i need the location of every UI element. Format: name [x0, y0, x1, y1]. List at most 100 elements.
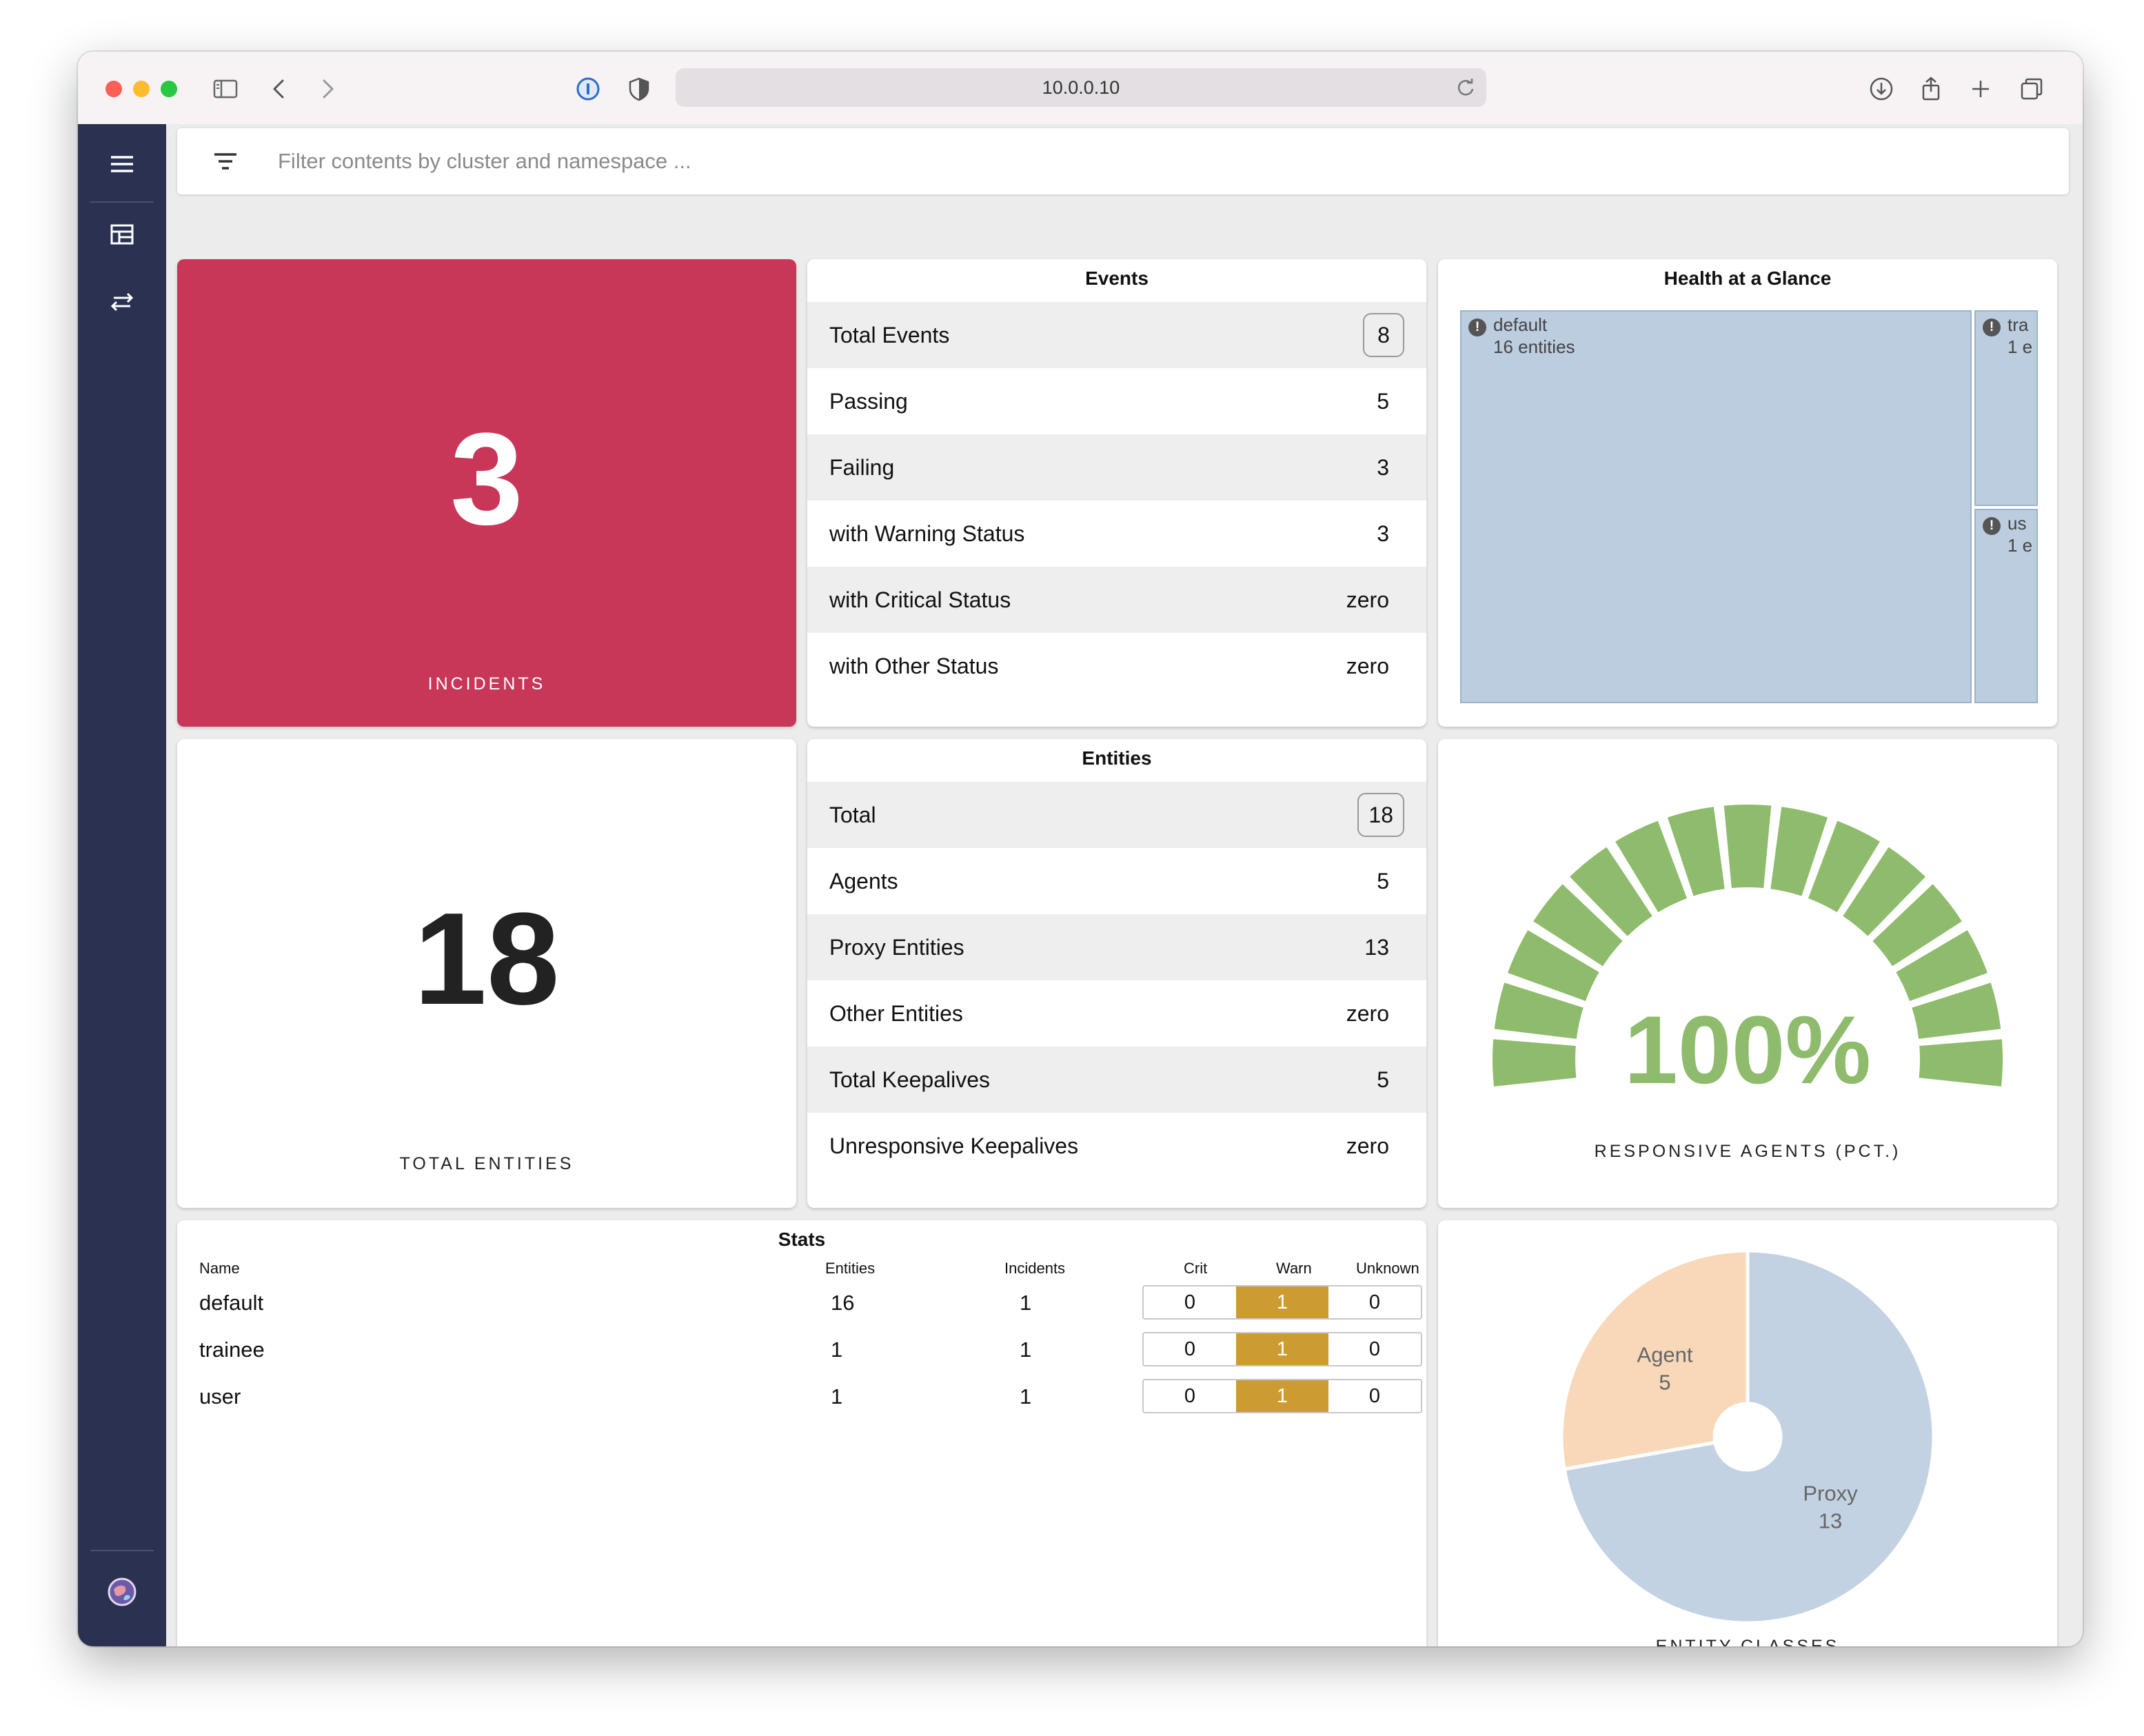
stats-row-name: trainee	[199, 1338, 265, 1362]
pie-value-proxy: 13	[1819, 1509, 1842, 1533]
url-text: 10.0.0.10	[1042, 77, 1120, 98]
events-row: with Critical Status zero	[807, 567, 1426, 633]
gauge-segment	[1723, 805, 1772, 889]
severity-crit-count: 0	[1184, 1384, 1196, 1407]
severity-warn-count: 1	[1236, 1380, 1328, 1412]
downloads-icon[interactable]	[1865, 72, 1898, 105]
severity-warn-count: 1	[1236, 1286, 1328, 1318]
entities-row-value: 5	[1377, 868, 1389, 894]
entities-row-label: Total Keepalives	[829, 1067, 991, 1092]
menu-icon[interactable]	[103, 145, 141, 183]
treemap-cell-name: tra	[2008, 314, 2029, 335]
entities-row-label: Unresponsive Keepalives	[829, 1133, 1079, 1158]
events-card: Events Total Events 8 Passing 5 Failing 3 with…	[807, 259, 1426, 727]
pie-label-proxy: Proxy	[1803, 1482, 1858, 1506]
back-icon[interactable]	[263, 72, 296, 105]
sidebar-divider-bottom	[90, 1550, 154, 1551]
filter-icon[interactable]	[210, 146, 241, 176]
password-manager-icon[interactable]	[572, 72, 605, 105]
severity-counts[interactable]: 0 1 0	[1142, 1285, 1422, 1320]
total-entities-caption: TOTAL ENTITIES	[399, 1154, 574, 1173]
events-row-label: with Warning Status	[829, 521, 1025, 546]
incidents-caption: INCIDENTS	[427, 674, 546, 694]
alert-icon: !	[1983, 319, 2001, 336]
entities-row: Unresponsive Keepalives zero	[807, 1113, 1426, 1179]
zoom-window-button[interactable]	[161, 81, 177, 97]
responsive-agents-value: 100%	[1624, 996, 1872, 1104]
share-icon[interactable]	[1914, 72, 1948, 105]
address-bar[interactable]: 10.0.0.10	[676, 68, 1486, 107]
filter-bar[interactable]: Filter contents by cluster and namespace…	[177, 128, 2069, 194]
stats-row-name: user	[199, 1384, 241, 1409]
incidents-count: 3	[450, 406, 523, 552]
swap-icon[interactable]	[103, 283, 141, 321]
forward-icon[interactable]	[311, 72, 344, 105]
responsive-agents-card[interactable]: 100% RESPONSIVE AGENTS (PCT.)	[1438, 739, 2057, 1208]
close-window-button[interactable]	[105, 81, 122, 97]
treemap-cell-count: 1 e	[2008, 535, 2033, 556]
severity-counts[interactable]: 0 1 0	[1142, 1332, 1422, 1366]
entity-classes-pie: Proxy 13 Agent 5	[1559, 1249, 1936, 1625]
stats-row-name: default	[199, 1291, 264, 1315]
stats-header-name: Name	[199, 1260, 240, 1277]
entities-card: Entities Total 18 Agents 5 Proxy Entities 13 O…	[807, 739, 1426, 1208]
stats-header-warn: Warn	[1276, 1260, 1312, 1277]
stats-row-entities: 1	[831, 1384, 843, 1409]
browser-toolbar: 10.0.0.10	[78, 52, 2083, 125]
minimize-window-button[interactable]	[133, 81, 150, 97]
treemap-cell-default[interactable]: ! default 16 entities	[1460, 310, 1972, 703]
events-row-label: with Other Status	[829, 653, 999, 678]
entities-row-value: zero	[1346, 1133, 1389, 1158]
treemap-cell-user[interactable]: ! us 1 e	[1974, 509, 2038, 703]
events-row: Failing 3	[807, 434, 1426, 501]
severity-unknown-count: 0	[1368, 1338, 1381, 1360]
responsive-agents-caption: RESPONSIVE AGENTS (PCT.)	[1594, 1142, 1901, 1161]
entity-classes-caption: ENTITY CLASSES	[1655, 1637, 1840, 1646]
stats-header-incidents: Incidents	[1004, 1260, 1066, 1277]
events-row-value: 8	[1363, 313, 1404, 357]
entities-row-value: 13	[1364, 934, 1389, 960]
events-title: Events	[1085, 268, 1149, 289]
events-row-value: zero	[1346, 653, 1389, 678]
incidents-card[interactable]: 3 INCIDENTS	[177, 259, 796, 727]
app-sidebar	[78, 124, 166, 1646]
severity-warn-count: 1	[1236, 1333, 1328, 1365]
browser-window: 10.0.0.10 Filter contents by cluster and…	[78, 52, 2083, 1646]
entities-row-value: 5	[1377, 1067, 1389, 1092]
stats-row-entities: 16	[831, 1291, 855, 1315]
privacy-shield-icon[interactable]	[623, 72, 656, 105]
stats-header-entities: Entities	[825, 1260, 876, 1277]
events-row-label: Failing	[829, 454, 895, 480]
events-row-label: Total Events	[829, 322, 950, 347]
entities-row: Total Keepalives 5	[807, 1047, 1426, 1113]
avatar[interactable]	[103, 1573, 141, 1611]
events-row: Passing 5	[807, 368, 1426, 434]
treemap-cell-trainee[interactable]: ! tra 1 e	[1974, 310, 2038, 506]
filter-input[interactable]: Filter contents by cluster and namespace…	[278, 149, 691, 174]
entities-row-label: Agents	[829, 868, 898, 894]
severity-counts[interactable]: 0 1 0	[1142, 1379, 1422, 1413]
alert-icon: !	[1983, 517, 2001, 535]
stats-title: Stats	[778, 1229, 826, 1250]
events-row-value: 3	[1377, 454, 1389, 480]
total-entities-count: 18	[414, 886, 560, 1032]
events-row-value: 3	[1377, 521, 1389, 546]
health-title: Health at a Glance	[1663, 268, 1832, 289]
treemap-cell-count: 16 entities	[1493, 336, 1575, 357]
new-tab-icon[interactable]	[1964, 72, 1997, 105]
sidebar-toggle-icon[interactable]	[209, 72, 242, 105]
severity-crit-count: 0	[1184, 1338, 1196, 1360]
entities-row-label: Proxy Entities	[829, 934, 964, 960]
stats-row-incidents: 1	[1020, 1338, 1032, 1362]
tab-overview-icon[interactable]	[2015, 72, 2048, 105]
events-row: Total Events 8	[807, 302, 1426, 368]
settings-sliders-icon[interactable]	[103, 1639, 141, 1646]
stats-row-incidents: 1	[1020, 1291, 1032, 1315]
entities-row: Total 18	[807, 782, 1426, 848]
dashboard-content: Filter contents by cluster and namespace…	[166, 124, 2083, 1646]
entities-row-value: zero	[1346, 1000, 1389, 1026]
dashboard-icon[interactable]	[103, 215, 141, 254]
reload-icon[interactable]	[1455, 77, 1477, 99]
stats-row-incidents: 1	[1020, 1384, 1032, 1409]
total-entities-card[interactable]: 18 TOTAL ENTITIES	[177, 739, 796, 1208]
